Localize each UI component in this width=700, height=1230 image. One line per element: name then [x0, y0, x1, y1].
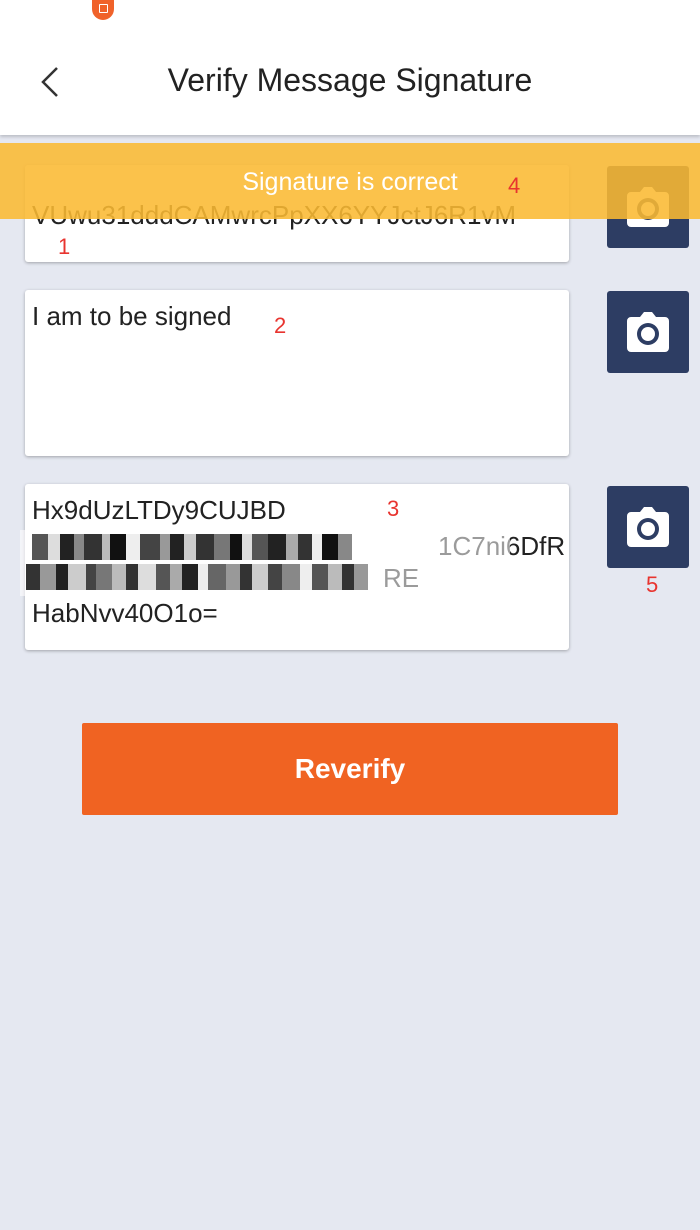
annotation-marker-2: 2	[274, 313, 287, 338]
message-value: I am to be signed	[32, 301, 232, 331]
redacted-signature-mosaic	[20, 530, 510, 596]
scan-message-button[interactable]	[607, 291, 689, 373]
reverify-button[interactable]: Reverify	[82, 723, 618, 815]
header: Verify Message Signature	[0, 0, 700, 135]
annotation-marker-4: 4	[508, 173, 521, 198]
success-toast: Signature is correct	[0, 143, 700, 219]
annotation-marker-1: 1	[58, 234, 71, 259]
camera-icon	[627, 312, 669, 352]
screen-record-indicator-icon	[92, 0, 114, 20]
signature-line-4: HabNvv40O1o=	[32, 598, 218, 628]
message-field[interactable]: I am to be signed	[25, 290, 569, 456]
scan-signature-button[interactable]	[607, 486, 689, 568]
camera-icon	[627, 507, 669, 547]
annotation-marker-5: 5	[646, 572, 659, 597]
annotation-marker-3: 3	[387, 496, 400, 521]
signature-line-1: Hx9dUzLTDy9CUJBD	[32, 495, 286, 525]
page-title: Verify Message Signature	[167, 62, 533, 98]
toast-message: Signature is correct	[242, 168, 458, 196]
